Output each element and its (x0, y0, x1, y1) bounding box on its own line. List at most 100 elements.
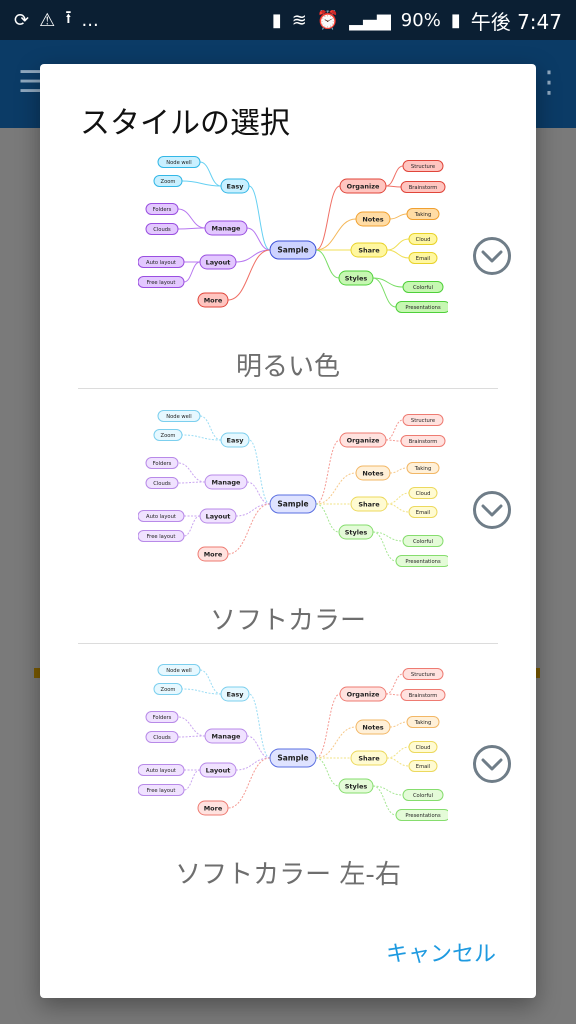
mindmap-branch-node: Share (350, 750, 388, 766)
mindmap-leaf-node: Brainstorm (400, 689, 446, 701)
mindmap-leaf-node: Folders (145, 711, 179, 723)
mindmap-leaf-node: Free layout (138, 784, 185, 796)
svg-text:Styles: Styles (345, 782, 368, 790)
mindmap-leaf-node: Email (408, 506, 438, 518)
svg-text:Clouds: Clouds (153, 227, 171, 233)
svg-text:Manage: Manage (212, 224, 242, 232)
svg-text:Manage: Manage (212, 732, 242, 740)
svg-text:Colorful: Colorful (413, 285, 433, 291)
style-option-bright[interactable]: Easy Node well Zoom Manage Folders Clouds Layo… (78, 154, 511, 386)
style-option-soft-lr[interactable]: Easy Node well Zoom Manage Folders Clouds Layo… (78, 662, 511, 894)
mindmap-connector (183, 515, 201, 537)
mindmap-connector (389, 467, 408, 474)
svg-text:Node well: Node well (166, 414, 192, 420)
mindmap-branch-node: Organize (339, 686, 387, 702)
mindmap-leaf-node: Cloud (408, 741, 438, 753)
svg-text:Node well: Node well (166, 160, 192, 166)
mindmap-connector (199, 415, 222, 441)
svg-text:Notes: Notes (362, 723, 383, 731)
mindmap-connector (181, 434, 222, 441)
mindmap-connector (372, 531, 397, 562)
mindmap-branch-node: Manage (204, 474, 248, 490)
mindmap-branch-node: Manage (204, 728, 248, 744)
divider (78, 643, 498, 644)
mindmap-connector (177, 481, 206, 484)
mindmap-leaf-node: Taking (406, 462, 440, 474)
mindmap-connector (315, 472, 357, 505)
style-option-soft[interactable]: Easy Node well Zoom Manage Folders Clouds Layo… (78, 408, 511, 640)
svg-text:Free layout: Free layout (147, 534, 176, 540)
svg-text:More: More (204, 550, 223, 558)
mindmap-connector (389, 721, 408, 728)
mindmap-branch-node: Easy (220, 686, 250, 702)
svg-text:Taking: Taking (414, 212, 432, 218)
mindmap-leaf-node: Brainstorm (400, 181, 446, 193)
more-vert-icon[interactable]: ⋮ (534, 68, 564, 98)
mindmap-leaf-node: Free layout (138, 276, 185, 288)
svg-text:Sample: Sample (277, 246, 308, 255)
svg-text:Free layout: Free layout (147, 280, 176, 286)
mindmap-branch-node: Organize (339, 432, 387, 448)
svg-text:Easy: Easy (227, 182, 245, 190)
svg-text:Presentations: Presentations (405, 305, 441, 311)
mindmap-leaf-node: Auto layout (138, 256, 185, 268)
battery-icon: ▮ (450, 9, 461, 31)
style-option-label: ソフトカラー 左-右 (175, 860, 401, 890)
mindmap-branch-node: More (197, 800, 229, 816)
svg-text:Share: Share (358, 754, 380, 762)
mindmap-connector (385, 439, 402, 442)
mindmap-branch-node: Notes (355, 465, 391, 481)
mindmap-connector (235, 249, 271, 263)
mindmap-connector (315, 503, 340, 533)
svg-text:Zoom: Zoom (161, 179, 176, 185)
mindmap-connector (177, 227, 206, 230)
mindmap-branch-node: Notes (355, 719, 391, 735)
style-option-label: 明るい色 (235, 352, 340, 382)
svg-text:Share: Share (358, 246, 380, 254)
dialog-title: スタイルの選択 (80, 106, 290, 141)
chevron-down-icon[interactable] (472, 490, 512, 530)
chevron-down-icon[interactable] (472, 236, 512, 276)
mindmap-branch-node: Layout (199, 762, 237, 778)
signal-icon: ▂▄▆ (349, 9, 391, 31)
mindmap-connector (315, 757, 340, 787)
svg-text:Auto layout: Auto layout (146, 514, 176, 520)
mindmap-connector (389, 213, 408, 220)
mindmap-leaf-node: Node well (157, 410, 201, 422)
mindmap-leaf-node: Presentations (395, 809, 448, 821)
svg-text:Brainstorm: Brainstorm (409, 439, 438, 445)
mindmap-leaf-node: Presentations (395, 555, 448, 567)
svg-text:Cloud: Cloud (416, 745, 431, 751)
svg-text:Organize: Organize (347, 182, 380, 190)
svg-text:Structure: Structure (411, 418, 435, 424)
mindmap-connector (386, 503, 410, 513)
mindmap-center-node: Sample (269, 494, 317, 514)
battery-percent: 90% (400, 9, 441, 31)
svg-text:Email: Email (416, 764, 430, 770)
mindmap-connector (235, 757, 271, 771)
svg-text:Manage: Manage (212, 478, 242, 486)
svg-text:Presentations: Presentations (405, 559, 441, 565)
svg-text:Notes: Notes (362, 215, 383, 223)
mindmap-leaf-node: Auto layout (138, 764, 185, 776)
alarm-icon: ⏰ (316, 9, 340, 31)
mindmap-preview-bright: Easy Node well Zoom Manage Folders Clouds Layo… (138, 156, 448, 313)
mindmap-leaf-node: Brainstorm (400, 435, 446, 447)
mindmap-leaf-node: Cloud (408, 233, 438, 245)
status-left: ⟳ ⚠ ⭱ ... (14, 5, 99, 35)
mindmap-leaf-node: Clouds (145, 731, 179, 743)
mindmap-connector (315, 693, 341, 759)
mindmap-leaf-node: Clouds (145, 223, 179, 235)
svg-text:Styles: Styles (345, 274, 368, 282)
mindmap-connector (386, 492, 410, 505)
svg-text:Auto layout: Auto layout (146, 260, 176, 266)
chevron-down-icon[interactable] (472, 744, 512, 784)
status-time: 午後 7:47 (470, 9, 562, 34)
svg-text:Sample: Sample (277, 754, 308, 763)
mindmap-leaf-node: Auto layout (138, 510, 185, 522)
mindmap-branch-node: Layout (199, 508, 237, 524)
mindmap-leaf-node: Folders (145, 457, 179, 469)
svg-text:Folders: Folders (153, 461, 172, 467)
mindmap-leaf-node: Taking (406, 208, 440, 220)
cancel-button[interactable]: キャンセル (386, 936, 496, 968)
